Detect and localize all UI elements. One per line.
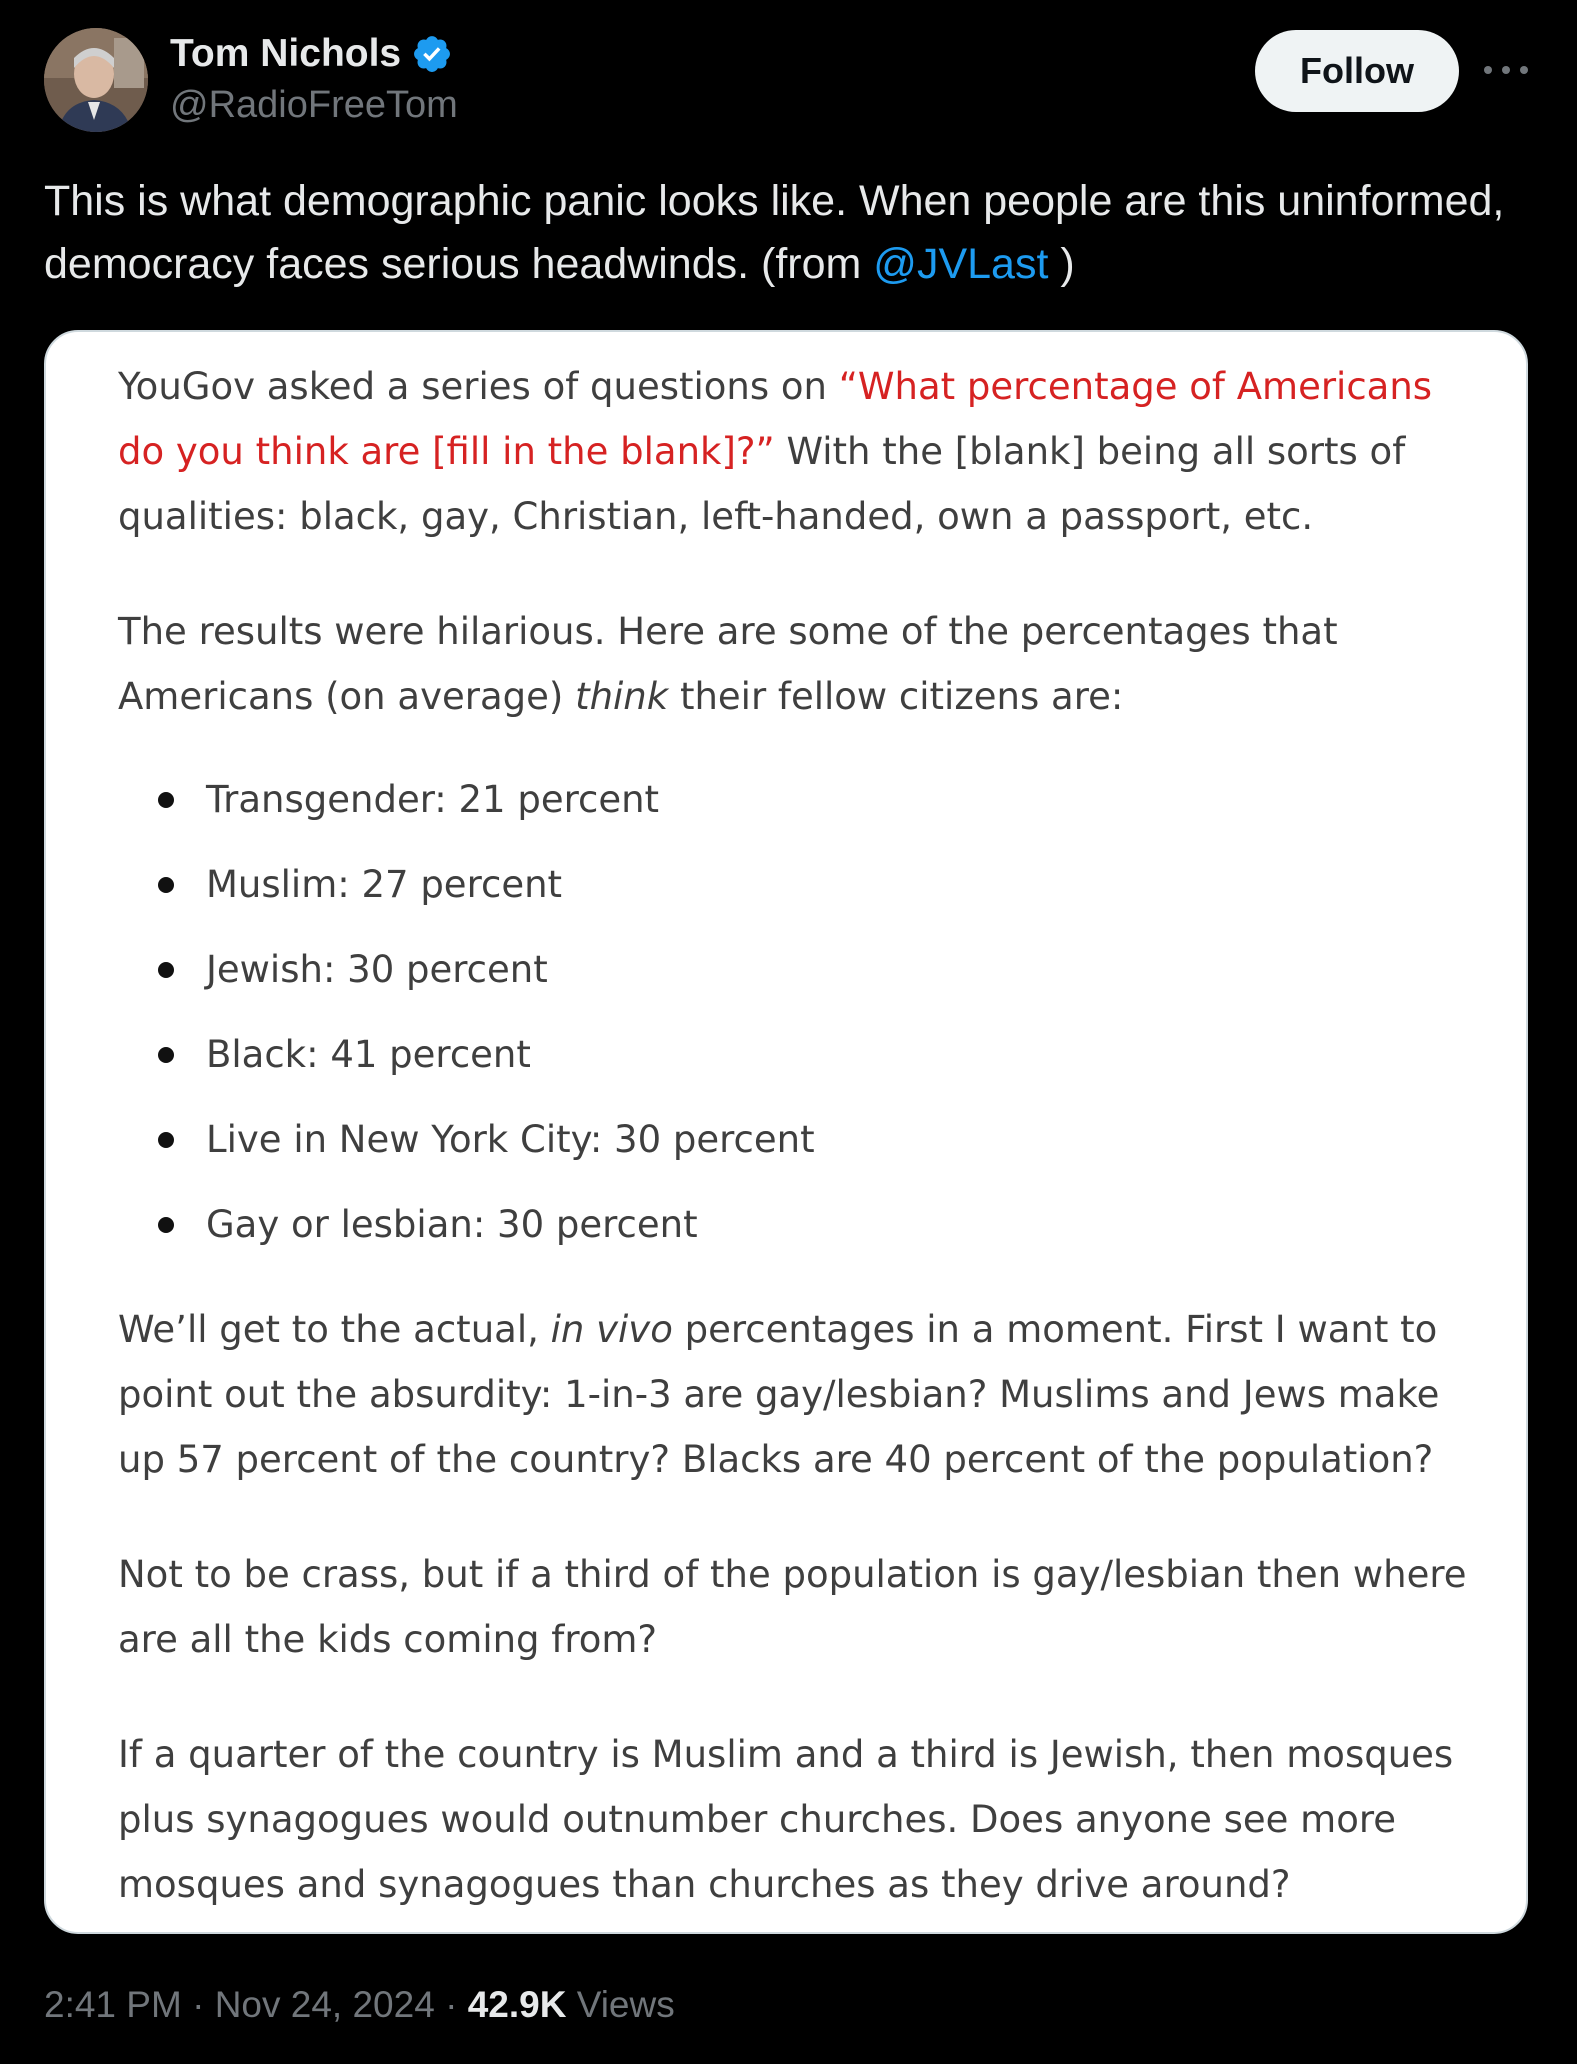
embedded-article-text: YouGov asked a series of questions on “W… [118,354,1478,1967]
tweet-text-tail: ) [1048,240,1075,288]
tweet: Tom Nichols @RadioFreeTom Follow This is… [0,0,1577,2064]
ellipsis-icon[interactable] [1484,52,1528,88]
paragraph-4: Not to be crass, but if a third of the p… [118,1553,1467,1661]
separator-dot: · [192,1984,215,2025]
paragraph-2-emphasis: think [575,675,669,718]
bullet-list: Transgender: 21 percent Muslim: 27 perce… [118,757,1478,1267]
follow-button[interactable]: Follow [1255,30,1459,112]
paragraph-3: We’ll get to the actual, in vivo percent… [118,1297,1478,1492]
paragraph-1-start: YouGov asked a series of questions on [118,365,839,408]
list-item: Live in New York City: 30 percent [118,1097,1478,1182]
tweet-text-body: This is what demographic panic looks lik… [44,177,1505,288]
paragraph-3-emphasis: in vivo [550,1308,673,1351]
mention-link[interactable]: @JVLast [873,240,1048,288]
paragraph-5: If a quarter of the country is Muslim an… [118,1733,1454,1906]
user-avatar-icon [44,28,148,132]
list-item: Muslim: 27 percent [118,842,1478,927]
list-item: Gay or lesbian: 30 percent [118,1182,1478,1267]
verified-badge-icon [411,33,453,75]
paragraph-3-start: We’ll get to the actual, [118,1308,551,1351]
author-block: Tom Nichols @RadioFreeTom [170,30,458,130]
list-item: Black: 41 percent [118,1012,1478,1097]
separator-dot: · [445,1984,468,2025]
tweet-meta: 2:41 PM · Nov 24, 2024 · 42.9K Views [44,1975,675,2035]
tweet-text: This is what demographic panic looks lik… [44,170,1524,296]
tweet-date[interactable]: Nov 24, 2024 [215,1984,435,2025]
views-count: 42.9K [467,1984,567,2025]
avatar[interactable] [44,28,148,132]
paragraph-1: YouGov asked a series of questions on “W… [118,354,1478,549]
author-handle[interactable]: @RadioFreeTom [170,80,458,130]
paragraph-2-end: their fellow citizens are: [668,675,1124,718]
list-item: Transgender: 21 percent [118,757,1478,842]
views-label: Views [576,1984,675,2025]
tweet-time[interactable]: 2:41 PM [44,1984,182,2025]
author-name[interactable]: Tom Nichols [170,30,401,78]
paragraph-2: The results were hilarious. Here are som… [118,599,1478,729]
embedded-image[interactable]: YouGov asked a series of questions on “W… [44,330,1528,1934]
list-item: Jewish: 30 percent [118,927,1478,1012]
